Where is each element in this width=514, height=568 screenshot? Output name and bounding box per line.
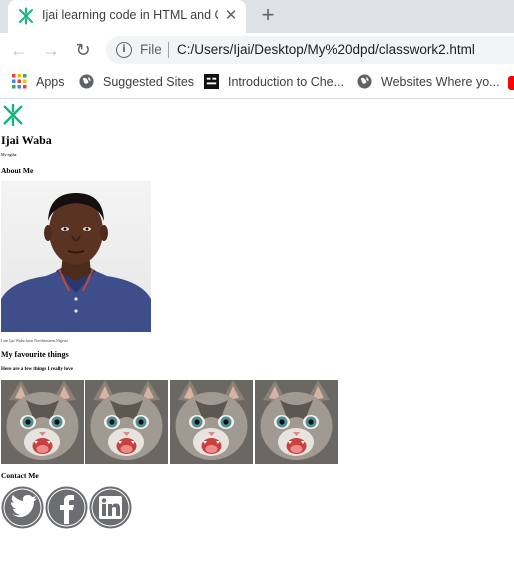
globe-icon bbox=[79, 74, 94, 89]
bookmark-label: Introduction to Che... bbox=[228, 75, 345, 89]
tab-strip: Ijai learning code in HTML and C ✕ + bbox=[0, 0, 514, 33]
linkedin-icon[interactable] bbox=[89, 486, 132, 529]
reload-button[interactable]: ↻ bbox=[70, 37, 96, 63]
tab-title: Ijai learning code in HTML and C bbox=[42, 8, 218, 22]
tab-active[interactable]: Ijai learning code in HTML and C ✕ bbox=[8, 0, 246, 33]
youtube-icon[interactable] bbox=[508, 76, 514, 90]
bookmark-label: Websites Where yo... bbox=[381, 75, 500, 89]
info-icon[interactable]: i bbox=[116, 42, 132, 58]
tagline: My ngtha bbox=[1, 152, 17, 157]
new-tab-button[interactable]: + bbox=[258, 4, 278, 26]
bio-text: I am Ijai Waba from Northeastern Nigeria bbox=[1, 338, 68, 343]
profile-photo bbox=[1, 181, 151, 332]
bookmark-label: Apps bbox=[36, 75, 65, 89]
address-bar[interactable]: i File C:/Users/Ijai/Desktop/My%20dpd/cl… bbox=[106, 36, 514, 64]
kitten-photo bbox=[1, 380, 84, 464]
favourites-heading: My favourite things bbox=[1, 350, 69, 359]
close-icon[interactable]: ✕ bbox=[222, 7, 240, 25]
url-text[interactable]: C:/Users/Ijai/Desktop/My%20dpd/classwork… bbox=[177, 42, 475, 57]
web-page: Ijai Waba My ngtha About Me I am Ijai Wa… bbox=[0, 100, 514, 568]
contact-heading: Contact Me bbox=[1, 471, 39, 480]
favourites-subtitle: Here are a few things I really love bbox=[1, 367, 73, 372]
forward-button[interactable]: → bbox=[38, 37, 64, 63]
kitten-photo bbox=[170, 380, 253, 464]
green-x-logo-icon bbox=[19, 7, 33, 25]
kitten-photo bbox=[85, 380, 168, 464]
bookmark-label: Suggested Sites bbox=[103, 75, 195, 89]
kitten-photo bbox=[255, 380, 338, 464]
about-heading: About Me bbox=[1, 166, 34, 175]
book-icon bbox=[204, 74, 219, 89]
globe-icon bbox=[357, 74, 372, 89]
facebook-icon[interactable] bbox=[45, 486, 88, 529]
bookmarks-bar: Apps Suggested Sites Introduction to Che… bbox=[0, 67, 514, 99]
back-button[interactable]: ← bbox=[6, 37, 32, 63]
scheme-label: File bbox=[140, 42, 162, 57]
page-title: Ijai Waba bbox=[1, 133, 52, 147]
omnibox-divider bbox=[168, 42, 169, 58]
apps-grid-icon bbox=[12, 74, 27, 89]
twitter-icon[interactable] bbox=[1, 486, 44, 529]
toolbar: ← → ↻ i File C:/Users/Ijai/Desktop/My%20… bbox=[0, 33, 514, 67]
green-x-logo-icon bbox=[3, 104, 23, 126]
